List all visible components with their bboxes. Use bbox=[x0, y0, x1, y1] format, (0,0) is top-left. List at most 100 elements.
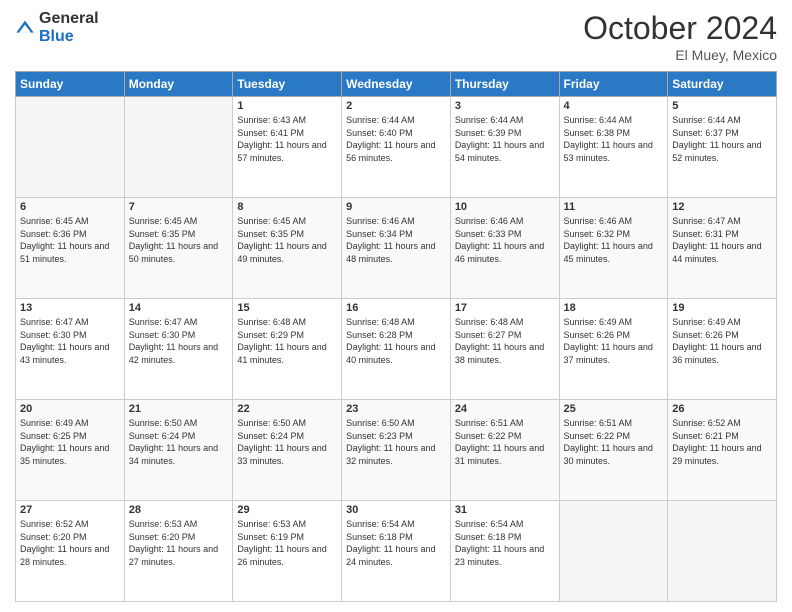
week-row-2: 6Sunrise: 6:45 AMSunset: 6:36 PMDaylight… bbox=[16, 198, 777, 299]
day-number: 26 bbox=[672, 403, 772, 415]
day-info: Sunrise: 6:47 AMSunset: 6:30 PMDaylight:… bbox=[20, 316, 120, 366]
day-cell: 22 Sunrise: 6:50 AMSunset: 6:24 PMDayligh… bbox=[233, 400, 342, 501]
day-cell bbox=[668, 501, 777, 602]
logo-blue: Blue bbox=[39, 28, 74, 45]
day-cell: 23 Sunrise: 6:50 AMSunset: 6:23 PMDayligh… bbox=[342, 400, 451, 501]
day-number: 28 bbox=[129, 504, 229, 516]
day-cell bbox=[124, 97, 233, 198]
day-number: 18 bbox=[564, 302, 664, 314]
title-block: October 2024 El Muey, Mexico bbox=[583, 10, 777, 63]
calendar-table: SundayMondayTuesdayWednesdayThursdayFrid… bbox=[15, 71, 777, 602]
day-number: 7 bbox=[129, 201, 229, 213]
logo-general: General bbox=[39, 10, 99, 27]
day-cell: 25Sunrise: 6:51 AMSunset: 6:22 PMDayligh… bbox=[559, 400, 668, 501]
day-info: Sunrise: 6:45 AMSunset: 6:35 PMDaylight:… bbox=[237, 215, 337, 265]
day-info: Sunrise: 6:44 AMSunset: 6:39 PMDaylight:… bbox=[455, 114, 555, 164]
day-cell: 21Sunrise: 6:50 AMSunset: 6:24 PMDayligh… bbox=[124, 400, 233, 501]
day-info: Sunrise: 6:53 AMSunset: 6:20 PMDaylight:… bbox=[129, 518, 229, 568]
day-info: Sunrise: 6:46 AMSunset: 6:34 PMDaylight:… bbox=[346, 215, 446, 265]
day-info: Sunrise: 6:47 AMSunset: 6:30 PMDaylight:… bbox=[129, 316, 229, 366]
day-info: Sunrise: 6:52 AMSunset: 6:20 PMDaylight:… bbox=[20, 518, 120, 568]
col-header-thursday: Thursday bbox=[450, 72, 559, 97]
day-info: Sunrise: 6:54 AMSunset: 6:18 PMDaylight:… bbox=[455, 518, 555, 568]
day-cell: 19 Sunrise: 6:49 AMSunset: 6:26 PMDayligh… bbox=[668, 299, 777, 400]
day-cell: 30 Sunrise: 6:54 AMSunset: 6:18 PMDayligh… bbox=[342, 501, 451, 602]
day-info: Sunrise: 6:49 AMSunset: 6:25 PMDaylight:… bbox=[20, 417, 120, 467]
day-cell: 26 Sunrise: 6:52 AMSunset: 6:21 PMDayligh… bbox=[668, 400, 777, 501]
day-info: Sunrise: 6:51 AMSunset: 6:22 PMDaylight:… bbox=[455, 417, 555, 467]
day-number: 19 bbox=[672, 302, 772, 314]
day-cell: 29 Sunrise: 6:53 AMSunset: 6:19 PMDayligh… bbox=[233, 501, 342, 602]
day-info: Sunrise: 6:50 AMSunset: 6:24 PMDaylight:… bbox=[237, 417, 337, 467]
day-number: 22 bbox=[237, 403, 337, 415]
day-number: 8 bbox=[237, 201, 337, 213]
day-cell: 5Sunrise: 6:44 AMSunset: 6:37 PMDaylight… bbox=[668, 97, 777, 198]
day-number: 29 bbox=[237, 504, 337, 516]
day-number: 1 bbox=[237, 100, 337, 112]
col-header-monday: Monday bbox=[124, 72, 233, 97]
day-info: Sunrise: 6:53 AMSunset: 6:19 PMDaylight:… bbox=[237, 518, 337, 568]
day-info: Sunrise: 6:44 AMSunset: 6:40 PMDaylight:… bbox=[346, 114, 446, 164]
day-info: Sunrise: 6:52 AMSunset: 6:21 PMDaylight:… bbox=[672, 417, 772, 467]
day-number: 20 bbox=[20, 403, 120, 415]
day-number: 17 bbox=[455, 302, 555, 314]
day-cell: 28 Sunrise: 6:53 AMSunset: 6:20 PMDayligh… bbox=[124, 501, 233, 602]
day-cell: 2Sunrise: 6:44 AMSunset: 6:40 PMDaylight… bbox=[342, 97, 451, 198]
col-header-tuesday: Tuesday bbox=[233, 72, 342, 97]
col-header-wednesday: Wednesday bbox=[342, 72, 451, 97]
day-info: Sunrise: 6:49 AMSunset: 6:26 PMDaylight:… bbox=[672, 316, 772, 366]
day-number: 15 bbox=[237, 302, 337, 314]
day-number: 30 bbox=[346, 504, 446, 516]
day-cell: 24 Sunrise: 6:51 AMSunset: 6:22 PMDayligh… bbox=[450, 400, 559, 501]
day-info: Sunrise: 6:48 AMSunset: 6:28 PMDaylight:… bbox=[346, 316, 446, 366]
day-cell: 18 Sunrise: 6:49 AMSunset: 6:26 PMDayligh… bbox=[559, 299, 668, 400]
day-number: 9 bbox=[346, 201, 446, 213]
day-number: 23 bbox=[346, 403, 446, 415]
day-number: 27 bbox=[20, 504, 120, 516]
day-info: Sunrise: 6:46 AMSunset: 6:33 PMDaylight:… bbox=[455, 215, 555, 265]
day-number: 4 bbox=[564, 100, 664, 112]
week-row-3: 13 Sunrise: 6:47 AMSunset: 6:30 PMDayligh… bbox=[16, 299, 777, 400]
col-header-saturday: Saturday bbox=[668, 72, 777, 97]
day-cell: 20 Sunrise: 6:49 AMSunset: 6:25 PMDayligh… bbox=[16, 400, 125, 501]
header: General Blue October 2024 El Muey, Mexic… bbox=[15, 10, 777, 63]
day-cell: 10 Sunrise: 6:46 AMSunset: 6:33 PMDayligh… bbox=[450, 198, 559, 299]
day-info: Sunrise: 6:54 AMSunset: 6:18 PMDaylight:… bbox=[346, 518, 446, 568]
day-number: 5 bbox=[672, 100, 772, 112]
day-number: 10 bbox=[455, 201, 555, 213]
day-info: Sunrise: 6:48 AMSunset: 6:27 PMDaylight:… bbox=[455, 316, 555, 366]
day-cell bbox=[16, 97, 125, 198]
day-cell: 6Sunrise: 6:45 AMSunset: 6:36 PMDaylight… bbox=[16, 198, 125, 299]
day-number: 21 bbox=[129, 403, 229, 415]
logo: General Blue bbox=[15, 10, 99, 46]
day-info: Sunrise: 6:44 AMSunset: 6:38 PMDaylight:… bbox=[564, 114, 664, 164]
day-cell: 8 Sunrise: 6:45 AMSunset: 6:35 PMDaylight… bbox=[233, 198, 342, 299]
day-number: 25 bbox=[564, 403, 664, 415]
day-cell: 16 Sunrise: 6:48 AMSunset: 6:28 PMDayligh… bbox=[342, 299, 451, 400]
week-row-1: 1 Sunrise: 6:43 AMSunset: 6:41 PMDaylight… bbox=[16, 97, 777, 198]
day-number: 11 bbox=[564, 201, 664, 213]
day-number: 13 bbox=[20, 302, 120, 314]
day-cell: 1 Sunrise: 6:43 AMSunset: 6:41 PMDaylight… bbox=[233, 97, 342, 198]
day-info: Sunrise: 6:46 AMSunset: 6:32 PMDaylight:… bbox=[564, 215, 664, 265]
day-number: 24 bbox=[455, 403, 555, 415]
logo-icon bbox=[15, 18, 35, 38]
day-number: 16 bbox=[346, 302, 446, 314]
day-info: Sunrise: 6:47 AMSunset: 6:31 PMDaylight:… bbox=[672, 215, 772, 265]
day-cell: 13 Sunrise: 6:47 AMSunset: 6:30 PMDayligh… bbox=[16, 299, 125, 400]
day-cell: 15Sunrise: 6:48 AMSunset: 6:29 PMDayligh… bbox=[233, 299, 342, 400]
col-header-sunday: Sunday bbox=[16, 72, 125, 97]
day-number: 12 bbox=[672, 201, 772, 213]
day-cell: 27 Sunrise: 6:52 AMSunset: 6:20 PMDayligh… bbox=[16, 501, 125, 602]
day-cell: 14Sunrise: 6:47 AMSunset: 6:30 PMDayligh… bbox=[124, 299, 233, 400]
day-info: Sunrise: 6:43 AMSunset: 6:41 PMDaylight:… bbox=[237, 114, 337, 164]
day-number: 31 bbox=[455, 504, 555, 516]
day-info: Sunrise: 6:49 AMSunset: 6:26 PMDaylight:… bbox=[564, 316, 664, 366]
day-cell: 12 Sunrise: 6:47 AMSunset: 6:31 PMDayligh… bbox=[668, 198, 777, 299]
day-number: 6 bbox=[20, 201, 120, 213]
day-cell: 31 Sunrise: 6:54 AMSunset: 6:18 PMDayligh… bbox=[450, 501, 559, 602]
day-info: Sunrise: 6:50 AMSunset: 6:23 PMDaylight:… bbox=[346, 417, 446, 467]
day-number: 3 bbox=[455, 100, 555, 112]
day-cell bbox=[559, 501, 668, 602]
col-header-friday: Friday bbox=[559, 72, 668, 97]
